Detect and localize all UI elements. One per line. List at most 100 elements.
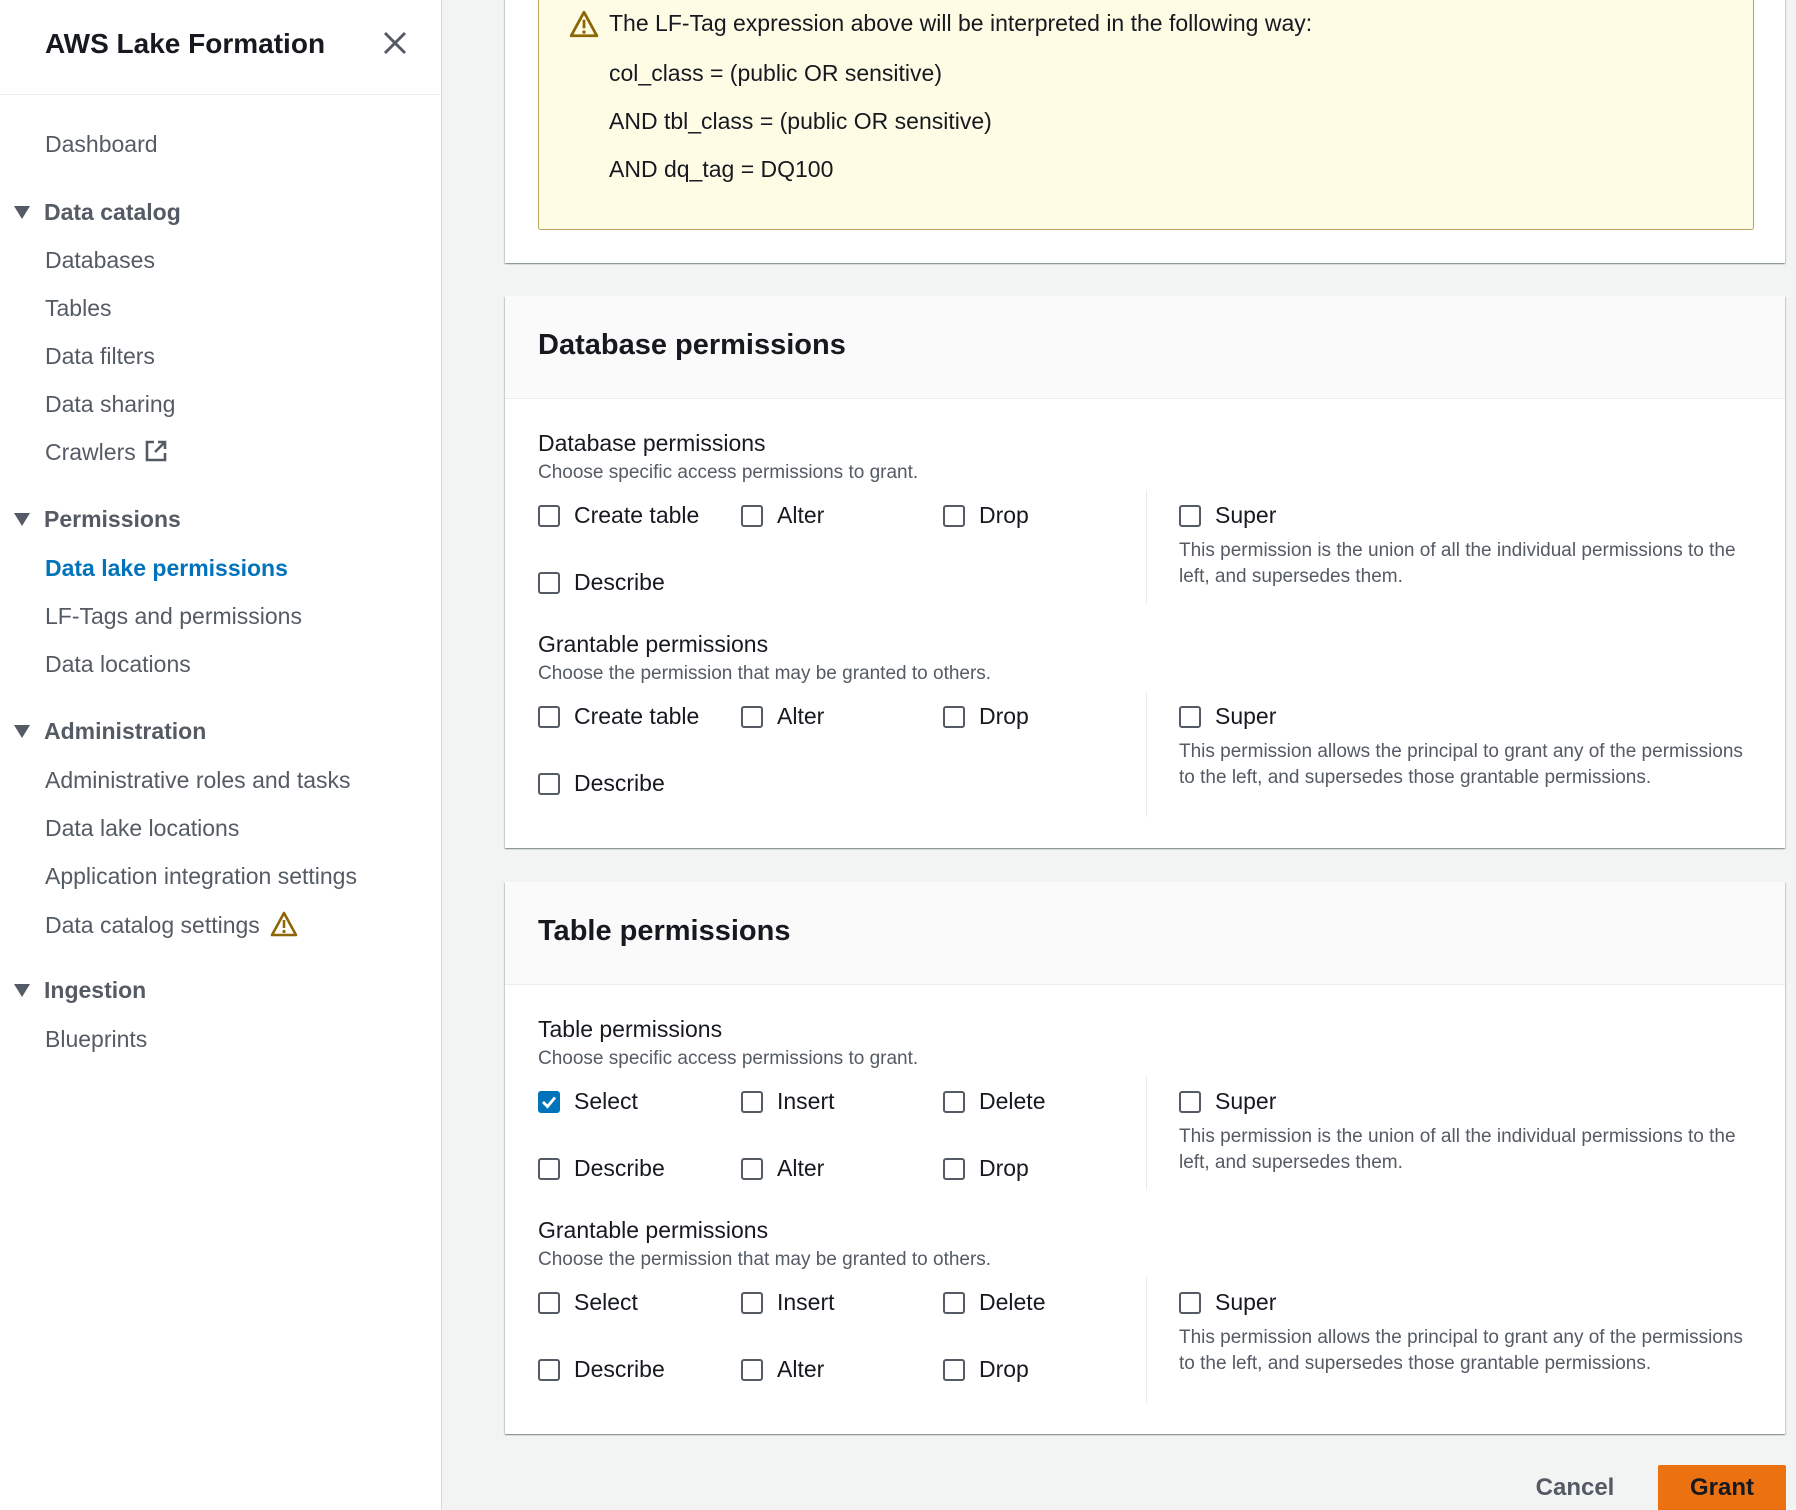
sidebar-title[interactable]: AWS Lake Formation [45,28,325,60]
checkbox-box[interactable] [538,571,560,594]
sidebar-item-data-catalog-settings[interactable]: Data catalog settings [45,911,298,939]
checkbox-box[interactable] [943,1291,965,1314]
checkbox-box[interactable] [943,1090,965,1113]
sidebar-item-data-lake-permissions[interactable]: Data lake permissions [45,555,288,582]
tbl-grantable-super-checkbox[interactable]: Super [1179,1289,1276,1316]
tbl-insert-checkbox[interactable]: Insert [741,1088,835,1115]
sidebar-item-dashboard[interactable]: Dashboard [45,131,158,158]
checkbox-label: Drop [979,703,1029,729]
sidebar-item-data-filters[interactable]: Data filters [45,343,155,370]
tbl-describe-checkbox[interactable]: Describe [538,1155,665,1182]
checkbox-box[interactable] [943,1157,965,1180]
db-drop-checkbox[interactable]: Drop [943,502,1029,529]
db-alter-checkbox[interactable]: Alter [741,502,824,529]
sidebar-item-databases[interactable]: Databases [45,247,155,274]
sidebar-item-lf-tags-and-permissions[interactable]: LF-Tags and permissions [45,603,302,630]
sidebar-item-data-sharing[interactable]: Data sharing [45,391,175,418]
checkbox-label: Describe [574,569,665,595]
side-navigation: AWS Lake Formation Dashboard Data catalo… [0,0,442,1510]
checkbox-box[interactable] [741,1157,763,1180]
checkbox-label: Delete [979,1289,1046,1315]
db-describe-checkbox[interactable]: Describe [538,569,665,596]
warning-icon [270,911,298,937]
sidebar-section-label: Permissions [44,506,181,532]
checkbox-box[interactable] [943,705,965,728]
db-grantable-super-checkbox[interactable]: Super [1179,703,1276,730]
sidebar-item-administrative-roles[interactable]: Administrative roles and tasks [45,767,351,794]
tbl-alter-checkbox[interactable]: Alter [741,1155,824,1182]
grant-button[interactable]: Grant [1658,1465,1786,1510]
sidebar-item-data-lake-locations[interactable]: Data lake locations [45,815,239,842]
checkbox-label: Describe [574,1356,665,1382]
checkbox-box[interactable] [1179,1090,1201,1113]
db-grantable-create-table-checkbox[interactable]: Create table [538,703,699,730]
checkbox-label: Select [574,1088,638,1114]
db-grantable-drop-checkbox[interactable]: Drop [943,703,1029,730]
tbl-grantable-insert-checkbox[interactable]: Insert [741,1289,835,1316]
checkbox-label: Alter [777,703,825,729]
cancel-button[interactable]: Cancel [1520,1465,1630,1510]
checkbox-label: Delete [979,1088,1046,1114]
sidebar-section-data-catalog[interactable]: Data catalog [14,199,181,226]
checkbox-box[interactable] [538,1358,560,1381]
checkbox-box[interactable] [538,504,560,527]
checkbox-label: Describe [574,770,665,796]
sidebar-item-crawlers[interactable]: Crawlers [45,439,168,466]
checkbox-box[interactable] [1179,1291,1201,1314]
tbl-grantable-describe-checkbox[interactable]: Describe [538,1356,665,1383]
db-grantable-describe-checkbox[interactable]: Describe [538,770,665,797]
caret-down-icon [14,512,30,526]
tbl-grantable-drop-checkbox[interactable]: Drop [943,1356,1029,1383]
checkbox-box[interactable] [741,1291,763,1314]
checkbox-box[interactable] [943,1358,965,1381]
sidebar-section-permissions[interactable]: Permissions [14,506,181,533]
sidebar-item-blueprints[interactable]: Blueprints [45,1026,147,1053]
checkbox-box[interactable] [538,1157,560,1180]
alert-heading: The LF-Tag expression above will be inte… [609,10,1313,36]
checkbox-box[interactable] [943,504,965,527]
checkbox-label: Create table [574,502,700,528]
checkmark-icon [542,1096,557,1109]
divider [1146,691,1147,817]
sidebar-section-ingestion[interactable]: Ingestion [14,977,146,1004]
group-description: Choose the permission that may be grante… [538,1249,992,1270]
tbl-delete-checkbox[interactable]: Delete [943,1088,1045,1115]
checkbox-label: Alter [777,1155,825,1181]
sidebar-section-administration[interactable]: Administration [14,718,206,745]
checkbox-box[interactable] [1179,504,1201,527]
db-super-checkbox[interactable]: Super [1179,502,1276,529]
tbl-grantable-alter-checkbox[interactable]: Alter [741,1356,824,1383]
checkbox-box[interactable] [741,1358,763,1381]
super-description: This permission is the union of all the … [1179,540,1736,587]
checkbox-box-checked[interactable] [538,1090,560,1113]
checkbox-box[interactable] [1179,705,1201,728]
db-grantable-alter-checkbox[interactable]: Alter [741,703,824,730]
warning-icon [569,10,599,38]
group-description: Choose specific access permissions to gr… [538,1048,919,1069]
super-description: This permission allows the principal to … [1179,741,1743,788]
checkbox-box[interactable] [741,705,763,728]
tbl-drop-checkbox[interactable]: Drop [943,1155,1029,1182]
sidebar-section-label: Administration [44,718,207,744]
checkbox-box[interactable] [538,705,560,728]
external-link-icon [145,440,167,462]
checkbox-box[interactable] [538,772,560,795]
tbl-grantable-delete-checkbox[interactable]: Delete [943,1289,1045,1316]
checkbox-label: Describe [574,1155,665,1181]
tbl-grantable-select-checkbox[interactable]: Select [538,1289,638,1316]
lf-tag-expression-alert: The LF-Tag expression above will be inte… [538,0,1754,230]
sidebar-item-tables[interactable]: Tables [45,295,111,322]
sidebar-item-application-integration-settings[interactable]: Application integration settings [45,863,357,890]
caret-down-icon [14,983,30,997]
sidebar-item-data-locations[interactable]: Data locations [45,651,191,678]
checkbox-box[interactable] [741,1090,763,1113]
tbl-super-checkbox[interactable]: Super [1179,1088,1276,1115]
tbl-select-checkbox[interactable]: Select [538,1088,638,1115]
sidebar-section-label: Data catalog [44,199,181,225]
db-create-table-checkbox[interactable]: Create table [538,502,699,529]
checkbox-box[interactable] [538,1291,560,1314]
sidebar-item-label: Crawlers [45,439,136,465]
checkbox-label: Insert [777,1088,835,1114]
checkbox-box[interactable] [741,504,763,527]
close-icon[interactable] [380,28,410,58]
